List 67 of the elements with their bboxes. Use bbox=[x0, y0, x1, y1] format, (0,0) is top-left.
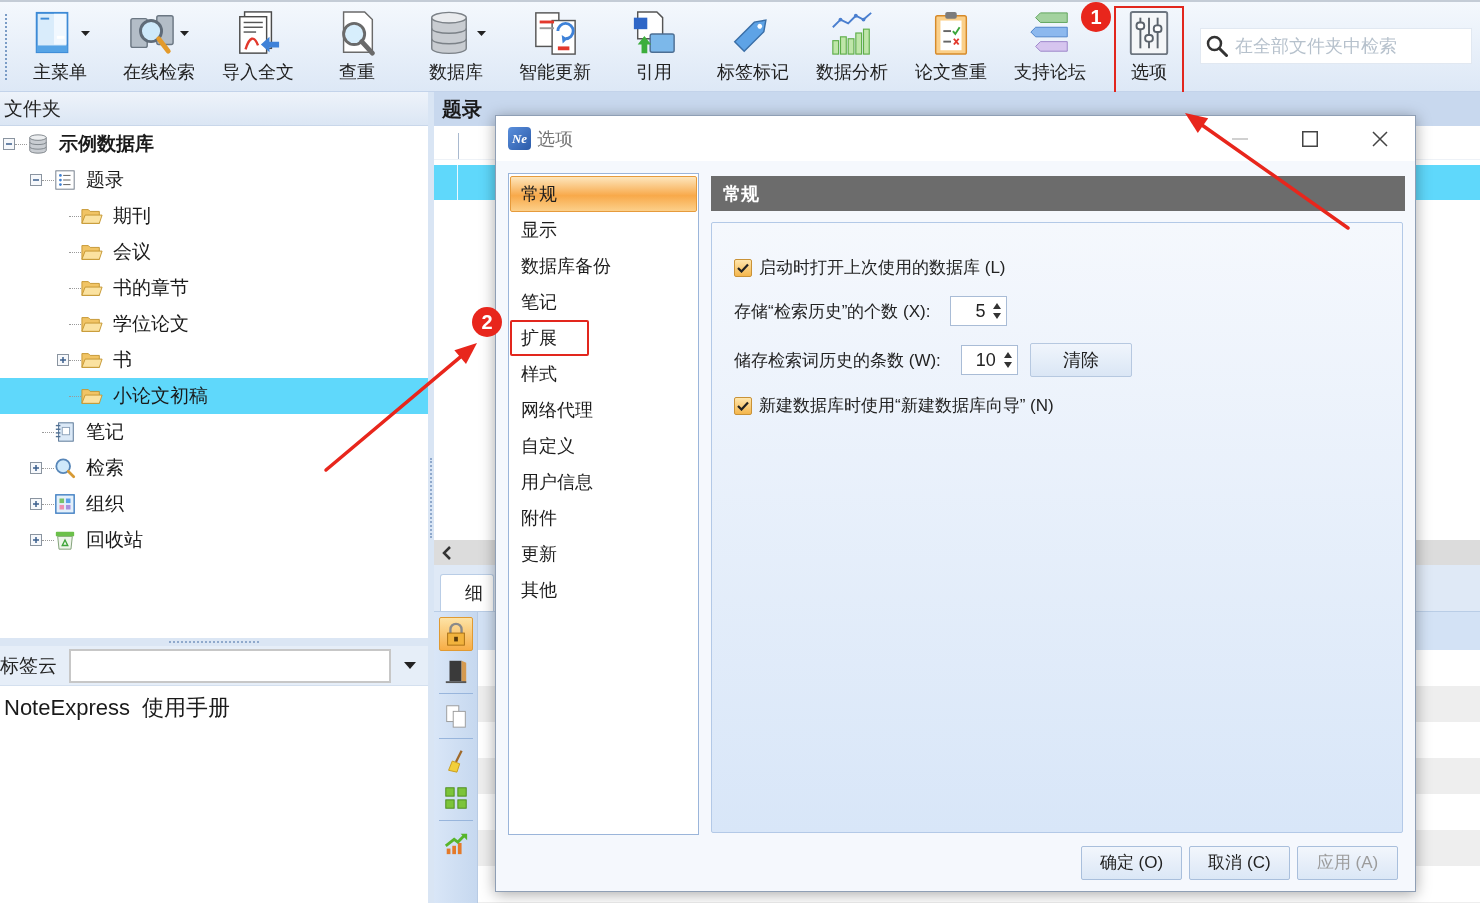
category-item[interactable]: 用户信息 bbox=[510, 464, 697, 500]
tag-cloud-field[interactable] bbox=[69, 648, 391, 683]
setting-label: 储存检索词历史的条数 (W): bbox=[734, 349, 941, 372]
tree-item[interactable]: 示例数据库 bbox=[0, 126, 428, 162]
setting-label: 新建数据库时使用“新建数据库向导” (N) bbox=[759, 395, 1054, 417]
splitter-handle[interactable] bbox=[0, 638, 428, 646]
tree-item[interactable]: 题录 bbox=[0, 162, 428, 198]
tree-item[interactable]: 笔记 bbox=[0, 414, 428, 450]
number-field[interactable]: 5 bbox=[950, 296, 1008, 326]
database-icon bbox=[27, 133, 49, 155]
checkmark-icon bbox=[737, 400, 749, 411]
category-item[interactable]: 笔记 bbox=[510, 284, 697, 320]
number-field[interactable]: 10 bbox=[960, 345, 1018, 375]
category-item[interactable]: 数据库备份 bbox=[510, 248, 697, 284]
spin-arrows-icon bbox=[1003, 351, 1012, 369]
caret-down-icon bbox=[404, 662, 416, 669]
search-icon bbox=[1206, 35, 1228, 57]
checkbox[interactable] bbox=[734, 396, 752, 415]
magnifier-icon bbox=[54, 457, 76, 479]
checkbox[interactable] bbox=[734, 258, 752, 277]
close-icon bbox=[1372, 130, 1388, 147]
four-squares-icon bbox=[442, 785, 469, 811]
category-item[interactable]: 网络代理 bbox=[510, 392, 697, 428]
tree-item[interactable]: 书 bbox=[0, 342, 428, 378]
setting-label: 存储“检索历史”的个数 (X): bbox=[734, 300, 931, 323]
tree-item[interactable]: 组织 bbox=[0, 486, 428, 522]
checkmark-icon bbox=[737, 262, 749, 273]
tree-item[interactable]: 书的章节 bbox=[0, 270, 428, 306]
category-item[interactable]: 显示 bbox=[510, 212, 697, 248]
app-logo: Ne bbox=[508, 127, 531, 150]
tag-cloud-label: 标签云 bbox=[0, 653, 58, 678]
dialog-button[interactable]: 确定 (O) bbox=[1081, 845, 1182, 880]
spin-arrows-icon bbox=[993, 302, 1002, 320]
tree-item[interactable]: 小论文初稿 bbox=[0, 378, 428, 414]
tree-item[interactable]: 检索 bbox=[0, 450, 428, 486]
dialog-button[interactable]: 取消 (C) bbox=[1189, 845, 1290, 880]
recycle-bin-icon bbox=[54, 529, 76, 551]
category-item[interactable]: 更新 bbox=[510, 536, 697, 572]
minimize-icon bbox=[1232, 137, 1248, 140]
manual-title: NoteExpress 使用手册 bbox=[3, 694, 232, 722]
list-icon bbox=[54, 169, 76, 191]
setting-label: 启动时打开上次使用的数据库 (L) bbox=[759, 257, 1006, 279]
tree-item[interactable]: 回收站 bbox=[0, 522, 428, 558]
tree-item[interactable]: 学位论文 bbox=[0, 306, 428, 342]
category-item[interactable]: 常规 bbox=[510, 176, 697, 212]
category-item[interactable]: 扩展 bbox=[510, 320, 589, 356]
section-title: 常规 bbox=[711, 176, 1405, 211]
category-item[interactable]: 附件 bbox=[510, 500, 697, 536]
grid-icon bbox=[54, 493, 76, 515]
chevron-left-icon bbox=[442, 545, 452, 560]
panel-title: 文件夹 bbox=[0, 92, 428, 126]
tree-item[interactable]: 期刊 bbox=[0, 198, 428, 234]
category-item[interactable]: 其他 bbox=[510, 572, 697, 608]
tree-item[interactable]: 会议 bbox=[0, 234, 428, 270]
notebook-icon bbox=[54, 421, 76, 443]
toolbar-button[interactable]: 标签标记 bbox=[706, 8, 799, 95]
clear-button[interactable]: 清除 bbox=[1029, 343, 1132, 377]
search-field[interactable]: 在全部文件夹中检索 bbox=[1200, 28, 1472, 64]
toolbar-button[interactable]: 选项 bbox=[1115, 8, 1182, 95]
maximize-icon bbox=[1302, 130, 1318, 147]
dialog-title: 选项 bbox=[537, 127, 573, 151]
category-item[interactable]: 自定义 bbox=[510, 428, 697, 464]
category-item[interactable]: 样式 bbox=[510, 356, 697, 392]
panel-title: 题录 bbox=[442, 96, 482, 122]
splitter-handle[interactable] bbox=[428, 92, 434, 903]
detail-tab[interactable]: 细 bbox=[440, 574, 494, 611]
toolbar-button[interactable]: 数据分析 bbox=[805, 8, 898, 95]
